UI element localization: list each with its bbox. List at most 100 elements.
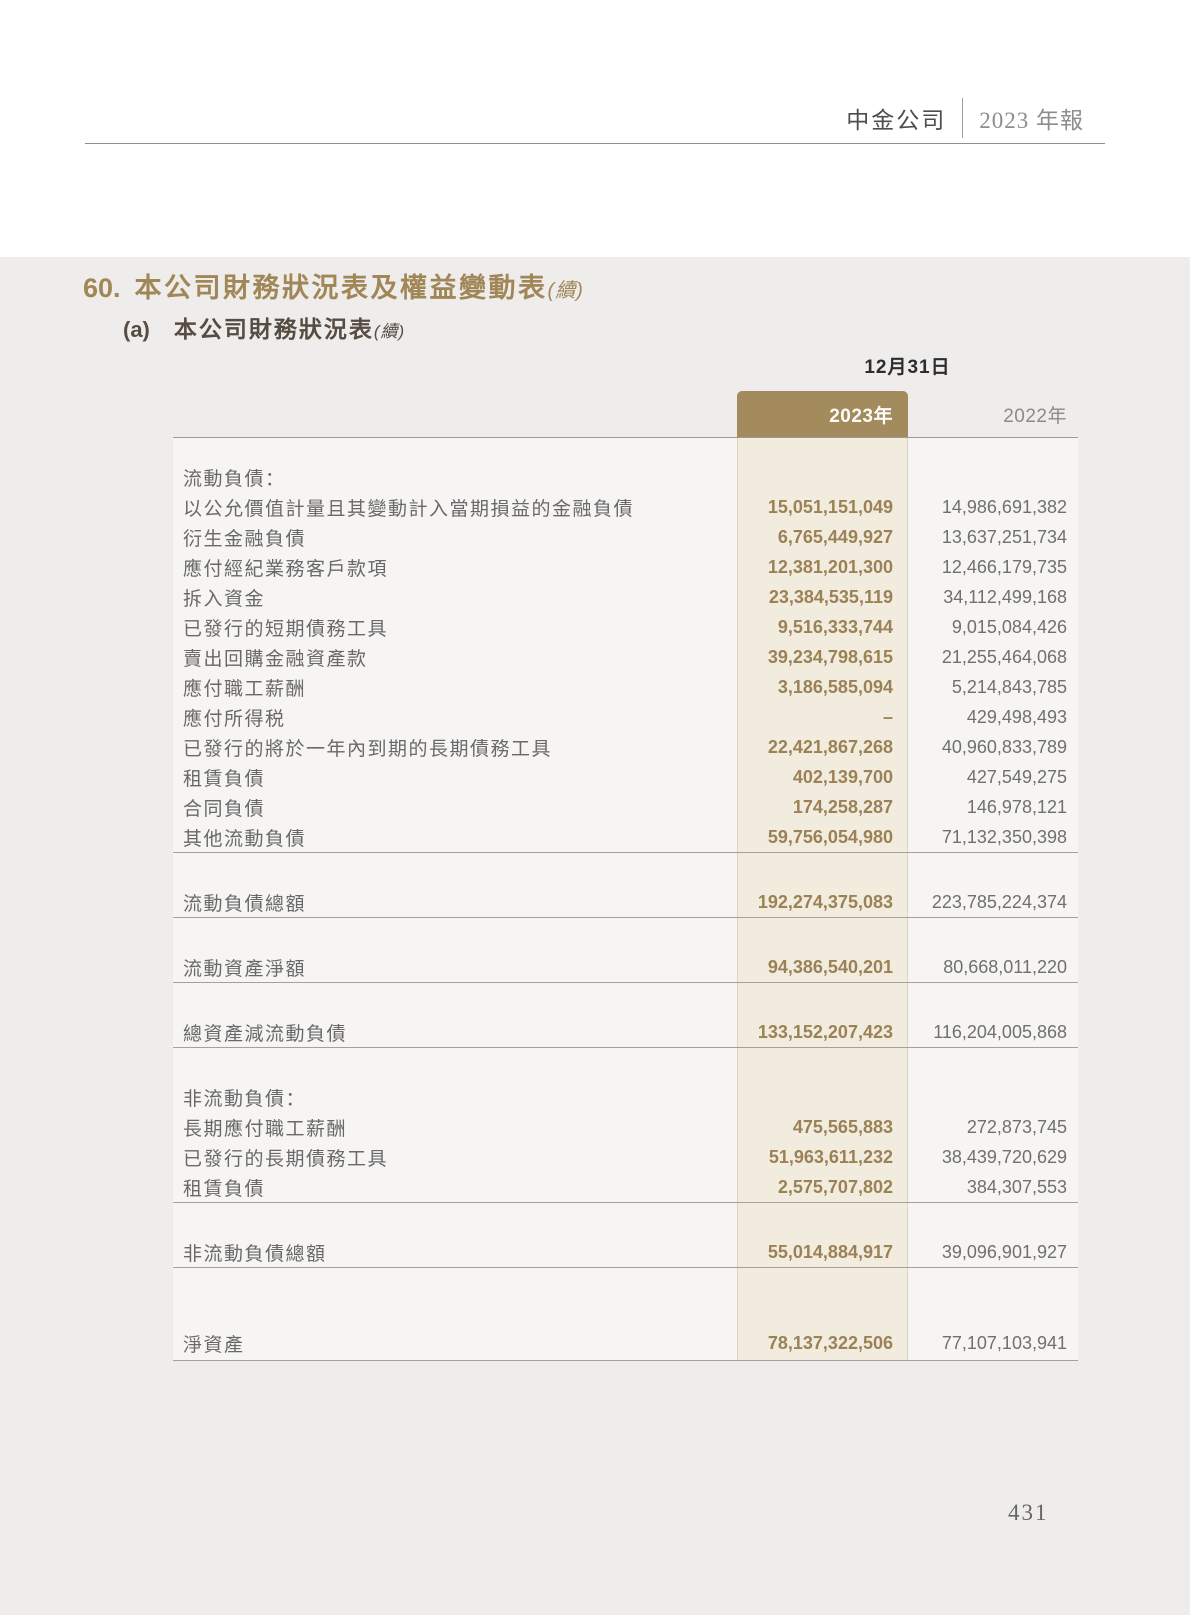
value-2022: 34,112,499,168 bbox=[908, 582, 1078, 612]
table-row: 應付職工薪酬3,186,585,0945,214,843,785 bbox=[173, 672, 1078, 702]
page-number: 431 bbox=[1008, 1500, 1049, 1526]
value-2022: 9,015,084,426 bbox=[908, 612, 1078, 642]
value-2022 bbox=[908, 438, 1078, 462]
row-label bbox=[173, 1268, 737, 1326]
value-2022: 40,960,833,789 bbox=[908, 732, 1078, 762]
table-spacer-row bbox=[173, 918, 1078, 952]
value-2022: 384,307,553 bbox=[908, 1172, 1078, 1202]
value-2022: 77,107,103,941 bbox=[908, 1326, 1078, 1360]
value-2022 bbox=[908, 1082, 1078, 1112]
row-label: 應付所得税 bbox=[173, 702, 737, 732]
row-label: 衍生金融負債 bbox=[173, 522, 737, 552]
table-row: 衍生金融負債6,765,449,92713,637,251,734 bbox=[173, 522, 1078, 552]
row-label: 合同負債 bbox=[173, 792, 737, 822]
header-divider bbox=[962, 98, 963, 138]
row-label bbox=[173, 1048, 737, 1082]
subsection-letter: (a) bbox=[123, 317, 150, 343]
row-label: 應付經紀業務客戶款項 bbox=[173, 552, 737, 582]
subsection-title-continued: (續) bbox=[374, 317, 405, 342]
value-2023: 94,386,540,201 bbox=[737, 952, 908, 982]
value-2023: 51,963,611,232 bbox=[737, 1142, 908, 1172]
row-label: 租賃負債 bbox=[173, 762, 737, 792]
value-2022 bbox=[908, 853, 1078, 887]
table-row: 賣出回購金融資產款39,234,798,61521,255,464,068 bbox=[173, 642, 1078, 672]
column-header-2023: 2023年 bbox=[737, 391, 908, 437]
row-label: 應付職工薪酬 bbox=[173, 672, 737, 702]
table-row: 合同負債174,258,287146,978,121 bbox=[173, 792, 1078, 822]
row-label bbox=[173, 853, 737, 887]
row-label: 已發行的長期債務工具 bbox=[173, 1142, 737, 1172]
section-number: 60. bbox=[83, 273, 121, 304]
row-label: 已發行的將於一年內到期的長期債務工具 bbox=[173, 732, 737, 762]
date-column-header: 12月31日 bbox=[737, 352, 1078, 379]
row-label bbox=[173, 438, 737, 462]
value-2023 bbox=[737, 853, 908, 887]
value-2023: 192,274,375,083 bbox=[737, 887, 908, 917]
value-2022 bbox=[908, 1268, 1078, 1326]
value-2022 bbox=[908, 918, 1078, 952]
value-2022: 14,986,691,382 bbox=[908, 492, 1078, 522]
table-row: 非流動負債： bbox=[173, 1082, 1078, 1112]
header-rule bbox=[85, 143, 1105, 144]
row-label: 長期應付職工薪酬 bbox=[173, 1112, 737, 1142]
value-2023 bbox=[737, 1082, 908, 1112]
company-name: 中金公司 bbox=[846, 101, 946, 135]
value-2022: 80,668,011,220 bbox=[908, 952, 1078, 982]
table-row: 租賃負債402,139,700427,549,275 bbox=[173, 762, 1078, 792]
value-2022 bbox=[908, 983, 1078, 1017]
table-row: 應付經紀業務客戶款項12,381,201,30012,466,179,735 bbox=[173, 552, 1078, 582]
table-row: 已發行的短期債務工具9,516,333,7449,015,084,426 bbox=[173, 612, 1078, 642]
row-label: 賣出回購金融資產款 bbox=[173, 642, 737, 672]
value-2023: 12,381,201,300 bbox=[737, 552, 908, 582]
table-row: 拆入資金23,384,535,11934,112,499,168 bbox=[173, 582, 1078, 612]
value-2023: 55,014,884,917 bbox=[737, 1237, 908, 1267]
value-2022: 5,214,843,785 bbox=[908, 672, 1078, 702]
value-2023: 15,051,151,049 bbox=[737, 492, 908, 522]
table-row: 應付所得税–429,498,493 bbox=[173, 702, 1078, 732]
row-label: 總資產減流動負債 bbox=[173, 1017, 737, 1047]
row-label bbox=[173, 983, 737, 1017]
row-label: 流動負債總額 bbox=[173, 887, 737, 917]
value-2022: 427,549,275 bbox=[908, 762, 1078, 792]
subsection-title-text: 本公司財務狀況表 bbox=[174, 310, 374, 344]
value-2022 bbox=[908, 1203, 1078, 1237]
value-2022: 146,978,121 bbox=[908, 792, 1078, 822]
table-body: 流動負債：以公允價值計量且其變動計入當期損益的金融負債15,051,151,04… bbox=[173, 437, 1078, 1361]
value-2023 bbox=[737, 983, 908, 1017]
table-row: 流動資產淨額94,386,540,20180,668,011,220 bbox=[173, 952, 1078, 983]
row-label bbox=[173, 1203, 737, 1237]
table-row: 流動負債總額192,274,375,083223,785,224,374 bbox=[173, 887, 1078, 918]
value-2023 bbox=[737, 1268, 908, 1326]
table-spacer-row bbox=[173, 438, 1078, 462]
table-row: 非流動負債總額55,014,884,91739,096,901,927 bbox=[173, 1237, 1078, 1268]
column-header-row: 2023年 2022年 bbox=[173, 391, 1078, 437]
value-2023 bbox=[737, 1203, 908, 1237]
value-2022: 429,498,493 bbox=[908, 702, 1078, 732]
row-label: 以公允價值計量且其變動計入當期損益的金融負債 bbox=[173, 492, 737, 522]
value-2022 bbox=[908, 462, 1078, 492]
report-year: 2023 年報 bbox=[979, 101, 1084, 135]
value-2023 bbox=[737, 438, 908, 462]
value-2022: 38,439,720,629 bbox=[908, 1142, 1078, 1172]
subsection-title: (a) 本公司財務狀況表 (續) bbox=[123, 310, 405, 344]
row-label: 流動資產淨額 bbox=[173, 952, 737, 982]
section-title-continued: (續) bbox=[548, 274, 584, 303]
row-label: 拆入資金 bbox=[173, 582, 737, 612]
value-2022: 223,785,224,374 bbox=[908, 887, 1078, 917]
table-row: 淨資產78,137,322,50677,107,103,941 bbox=[173, 1326, 1078, 1361]
row-label: 流動負債： bbox=[173, 462, 737, 492]
table-row: 已發行的長期債務工具51,963,611,23238,439,720,629 bbox=[173, 1142, 1078, 1172]
table-row: 租賃負債2,575,707,802384,307,553 bbox=[173, 1172, 1078, 1203]
value-2023: 174,258,287 bbox=[737, 792, 908, 822]
value-2023: 133,152,207,423 bbox=[737, 1017, 908, 1047]
row-label: 非流動負債總額 bbox=[173, 1237, 737, 1267]
value-2023 bbox=[737, 1048, 908, 1082]
value-2023: 9,516,333,744 bbox=[737, 612, 908, 642]
column-header-2022: 2022年 bbox=[1003, 391, 1067, 437]
row-label: 其他流動負債 bbox=[173, 822, 737, 852]
value-2022: 39,096,901,927 bbox=[908, 1237, 1078, 1267]
row-label bbox=[173, 918, 737, 952]
row-label: 非流動負債： bbox=[173, 1082, 737, 1112]
table-row: 流動負債： bbox=[173, 462, 1078, 492]
table-row: 總資產減流動負債133,152,207,423116,204,005,868 bbox=[173, 1017, 1078, 1048]
